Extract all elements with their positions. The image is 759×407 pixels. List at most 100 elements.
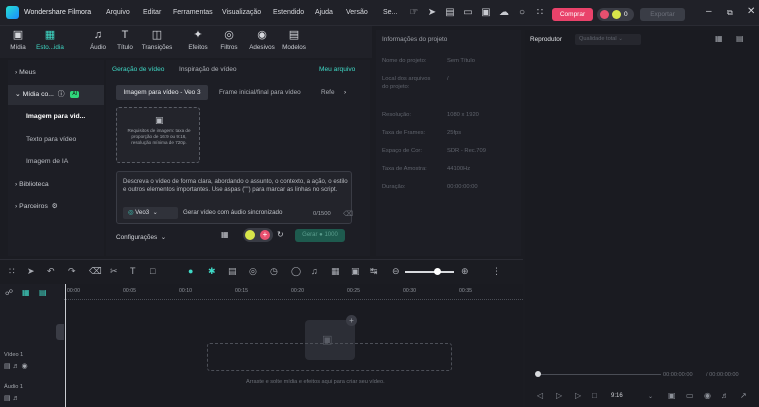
tab-video-generation[interactable]: Geração de vídeo — [112, 66, 164, 73]
expand-icon[interactable]: ↗ — [740, 391, 747, 400]
cloud-icon[interactable]: ☁ — [498, 7, 510, 19]
camera-icon[interactable]: ◉ — [704, 391, 711, 400]
text-icon[interactable]: T — [130, 266, 136, 276]
nav-imagem-para-video[interactable]: Imagem para vid... — [8, 107, 104, 127]
seg-reference[interactable]: Refe — [321, 85, 335, 100]
menu-ferramentas[interactable]: Ferramentas — [173, 9, 213, 16]
nav-meus[interactable]: › Meus — [8, 63, 104, 83]
zoom-slider[interactable] — [405, 271, 454, 273]
split-icon[interactable]: ✂ — [110, 266, 118, 277]
layout-icon[interactable]: ▤ — [444, 7, 456, 19]
nav-midia-co[interactable]: ⌄ Mídia co... ⓘ AI — [8, 85, 104, 105]
image-view-icon[interactable]: ▤ — [736, 34, 744, 43]
crop-icon[interactable]: □ — [150, 266, 155, 276]
menu-versao[interactable]: Versão — [346, 9, 368, 16]
tool-filters[interactable]: ◎ Filtros — [213, 29, 245, 57]
track-manager-icon[interactable]: ▤ — [39, 288, 47, 297]
aspect-ratio-select[interactable]: 9:16 — [611, 393, 623, 399]
image-upload-area[interactable]: ▣ Requisitos de imagem: taxa de proporçã… — [116, 107, 200, 163]
zoom-in-icon[interactable]: ⊕ — [461, 266, 469, 277]
generate-button[interactable]: Gerar ● 1000 — [295, 229, 345, 242]
shield-icon[interactable]: ◯ — [291, 266, 301, 277]
microphone-icon[interactable]: ♫ — [311, 266, 318, 276]
tool-title[interactable]: T Título — [109, 29, 141, 57]
collapse-handle[interactable] — [56, 324, 64, 340]
gift-icon[interactable]: ☞ — [408, 7, 420, 19]
model-select[interactable]: ◎ Veo3 ⌄ — [123, 207, 178, 219]
fit-icon[interactable]: ↹ — [370, 266, 378, 277]
layout-grid-icon[interactable]: ∷ — [9, 266, 15, 277]
step-back-icon[interactable]: ▷ — [556, 391, 562, 400]
chevron-right-icon[interactable]: › — [344, 85, 346, 100]
nav-parceiros[interactable]: › Parceiros ⚙ — [8, 197, 104, 217]
prompt-textarea[interactable]: Descreva o vídeo de forma clara, abordan… — [116, 171, 353, 224]
credits-pill[interactable]: 0 — [597, 8, 634, 21]
volume-icon[interactable]: ♬ — [721, 391, 729, 400]
image-insert-icon[interactable]: ▦ — [221, 230, 229, 239]
menu-editar[interactable]: Editar — [143, 9, 161, 16]
menu-visualizacao[interactable]: Visualização — [222, 9, 261, 16]
stop-icon[interactable]: □ — [592, 391, 597, 400]
export-button[interactable]: Exportar — [640, 8, 685, 21]
maximize-icon[interactable]: ⧉ — [727, 8, 733, 18]
tool-templates[interactable]: ▤ Modelos — [278, 29, 310, 57]
ai-tool-icon[interactable]: ● — [188, 266, 193, 276]
select-tool-icon[interactable]: ➤ — [27, 266, 35, 277]
save-icon[interactable]: ▣ — [480, 7, 492, 19]
fullscreen-icon[interactable]: ▣ — [668, 391, 676, 400]
undo-icon[interactable]: ↶ — [47, 266, 55, 277]
snapshot-tl-icon[interactable]: ▣ — [351, 266, 360, 277]
playhead-knob[interactable] — [535, 371, 541, 377]
close-icon[interactable]: ✕ — [747, 6, 755, 17]
audio-track-controls-icon[interactable]: ▤ ♬ — [4, 394, 20, 402]
monitor-icon[interactable]: ▭ — [462, 7, 474, 19]
speed-icon[interactable]: ◷ — [270, 266, 278, 277]
tab-video-inspiration[interactable]: Inspiração de vídeo — [179, 66, 237, 73]
audio-mix-icon[interactable]: ▦ — [331, 266, 340, 277]
more-options-icon[interactable]: ⋮ — [492, 266, 501, 277]
color-icon[interactable]: ◎ — [249, 266, 257, 277]
seg-first-last-frame[interactable]: Frame inicial/final para vídeo — [219, 85, 301, 100]
play-icon[interactable]: ▷ — [575, 391, 581, 400]
motion-icon[interactable]: ▤ — [228, 266, 237, 277]
zoom-slider-knob[interactable] — [434, 268, 441, 275]
effects-tl-icon[interactable]: ✱ — [208, 266, 216, 277]
send-icon[interactable]: ➤ — [426, 7, 438, 19]
menu-estendido[interactable]: Estendido — [273, 9, 304, 16]
menu-ajuda[interactable]: Ajuda — [315, 9, 333, 16]
buy-button[interactable]: Comprar — [552, 8, 593, 21]
timeline-playhead[interactable] — [65, 284, 66, 407]
tool-transitions[interactable]: ◫ Transições — [139, 29, 175, 57]
my-file-link[interactable]: Meu arquivo — [319, 66, 355, 73]
help-icon[interactable]: ⓘ — [56, 91, 65, 98]
refresh-icon[interactable]: ↻ — [277, 230, 284, 239]
grid-icon[interactable]: ∷ — [534, 7, 546, 19]
tool-media[interactable]: ▣ Mídia — [2, 29, 34, 57]
tool-effects[interactable]: ✦ Efeitos — [182, 29, 214, 57]
nav-biblioteca[interactable]: › Biblioteca — [8, 175, 104, 195]
minimize-icon[interactable]: – — [706, 6, 712, 17]
settings-dropdown[interactable]: Configurações ⌄ — [116, 233, 166, 241]
chevron-down-icon[interactable]: ⌄ — [648, 393, 653, 400]
playback-progress-bar[interactable] — [536, 374, 661, 375]
snapshot-icon[interactable]: ▦ — [715, 34, 723, 43]
nav-imagem-de-ia[interactable]: Imagem de IA — [8, 152, 104, 172]
quality-select[interactable]: Qualidade total ⌄ — [575, 34, 641, 45]
display-icon[interactable]: ▭ — [686, 391, 694, 400]
tool-stock-media[interactable]: ▦ Esto...idia — [34, 29, 66, 57]
seg-image-to-video[interactable]: Imagem para vídeo - Veo 3 — [116, 85, 208, 100]
menu-arquivo[interactable]: Arquivo — [106, 9, 130, 16]
credits-toggle[interactable]: + — [243, 228, 273, 242]
track-add-icon[interactable]: ▦ — [22, 288, 30, 297]
prev-frame-icon[interactable]: ◁ — [537, 391, 543, 400]
link-icon[interactable]: ☍ — [5, 288, 13, 297]
redo-icon[interactable]: ↷ — [68, 266, 76, 277]
delete-icon[interactable]: ⌫ — [89, 266, 102, 277]
track-controls-icon[interactable]: ▤ ♬ ◉ — [4, 362, 28, 370]
clear-icon[interactable]: ⌫ — [343, 210, 353, 218]
zoom-out-icon[interactable]: ⊖ — [392, 266, 400, 277]
menu-search[interactable]: Se... — [383, 9, 397, 16]
tool-stickers[interactable]: ◉ Adesivos — [244, 29, 280, 57]
nav-texto-para-video[interactable]: Texto para vídeo — [8, 130, 104, 150]
headset-icon[interactable]: ○ — [516, 7, 528, 19]
